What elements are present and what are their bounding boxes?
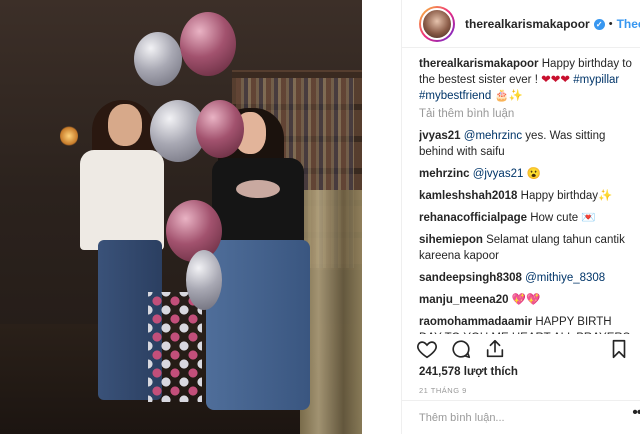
comment: mehrzinc @jvyas21 😮 [419,166,634,182]
comment-username[interactable]: sihemiepon [419,234,483,246]
comment-text: 😮 [523,168,541,180]
comment-username[interactable]: sandeepsingh8308 [419,272,522,284]
comment-username[interactable]: kamleshshah2018 [419,190,517,202]
comment-text: Happy birthday✨ [520,190,613,202]
post-photo[interactable] [0,0,362,434]
comment-mention[interactable]: @mithiye_8308 [525,272,605,284]
follow-button[interactable]: Theo dõi [617,17,640,31]
caption-username[interactable]: therealkarismakapoor [419,58,539,70]
avatar[interactable] [419,5,455,42]
avatar-image [421,7,453,40]
comment-mention[interactable]: @mehrzinc [464,130,522,142]
post-sidebar: therealkarismakapoor✓ • Theo dõi thereal… [401,0,640,434]
header-username[interactable]: therealkarismakapoor ✓ [465,17,605,31]
add-comment-input[interactable] [419,411,619,424]
separator-dot: • [608,17,613,30]
comments-list: therealkarismakapoor Happy birthday to t… [419,56,634,334]
comment: sandeepsingh8308 @mithiye_8308 [419,270,634,286]
balloon [166,200,222,262]
comment: jvyas21 @mehrzinc yes. Was sitting behin… [419,128,634,160]
woman-right-jeans [206,240,310,410]
comment-text: How cute 💌 [530,212,596,224]
caption-emoji: 🎂✨ [494,90,524,102]
share-icon[interactable] [484,338,508,362]
woman-left-tshirt [80,150,164,250]
balloon [134,32,182,86]
woman-left-face [108,104,142,146]
tshirt-lips-print [236,180,280,198]
comment: rehanacofficialpage How cute 💌 [419,210,634,226]
comment: sihemiepon Selamat ulang tahun cantik ka… [419,232,634,264]
hashtag-mypillar[interactable]: #mypillar [573,74,619,86]
comment: manju_meena20 💖💖 [419,292,634,308]
balloon-stack [148,292,202,402]
add-comment-bar: ••• [402,400,640,434]
comment-username[interactable]: raomohammadaamir [419,316,532,328]
caption: therealkarismakapoor Happy birthday to t… [419,56,634,104]
header-username-text[interactable]: therealkarismakapoor [465,17,590,31]
verified-badge-icon: ✓ [593,18,605,30]
comment-mention[interactable]: @jvyas21 [473,168,524,180]
action-bar [416,338,632,362]
instagram-post: therealkarismakapoor✓ • Theo dõi thereal… [0,0,640,434]
post-header: therealkarismakapoor✓ • Theo dõi [402,0,640,48]
heart-icon[interactable] [416,338,440,362]
load-more-comments[interactable]: Tải thêm bình luận [419,108,634,120]
balloon [180,12,236,76]
bookmark-icon[interactable] [608,338,632,362]
comment-text: 💖💖 [511,294,541,306]
comment-username[interactable]: rehanacofficialpage [419,212,527,224]
post-date[interactable]: 21 THÁNG 9 [419,386,467,395]
likes-count[interactable]: 241,578 lượt thích [419,366,518,378]
balloon [196,100,244,158]
woman-right-tshirt [212,158,304,250]
more-options-icon[interactable]: ••• [632,404,640,422]
comment-username[interactable]: manju_meena20 [419,294,509,306]
comment-username[interactable]: jvyas21 [419,130,461,142]
balloon [186,250,222,310]
hashtag-mybestfriend[interactable]: #mybestfriend [419,90,491,102]
comment-icon[interactable] [450,338,474,362]
comment-username[interactable]: mehrzinc [419,168,470,180]
lamp [60,125,78,147]
comment: kamleshshah2018 Happy birthday✨ [419,188,634,204]
comment: raomohammadaamir HAPPY BIRTH DAY TO YOU … [419,314,634,334]
caption-hearts: ❤❤❤ [541,74,571,86]
